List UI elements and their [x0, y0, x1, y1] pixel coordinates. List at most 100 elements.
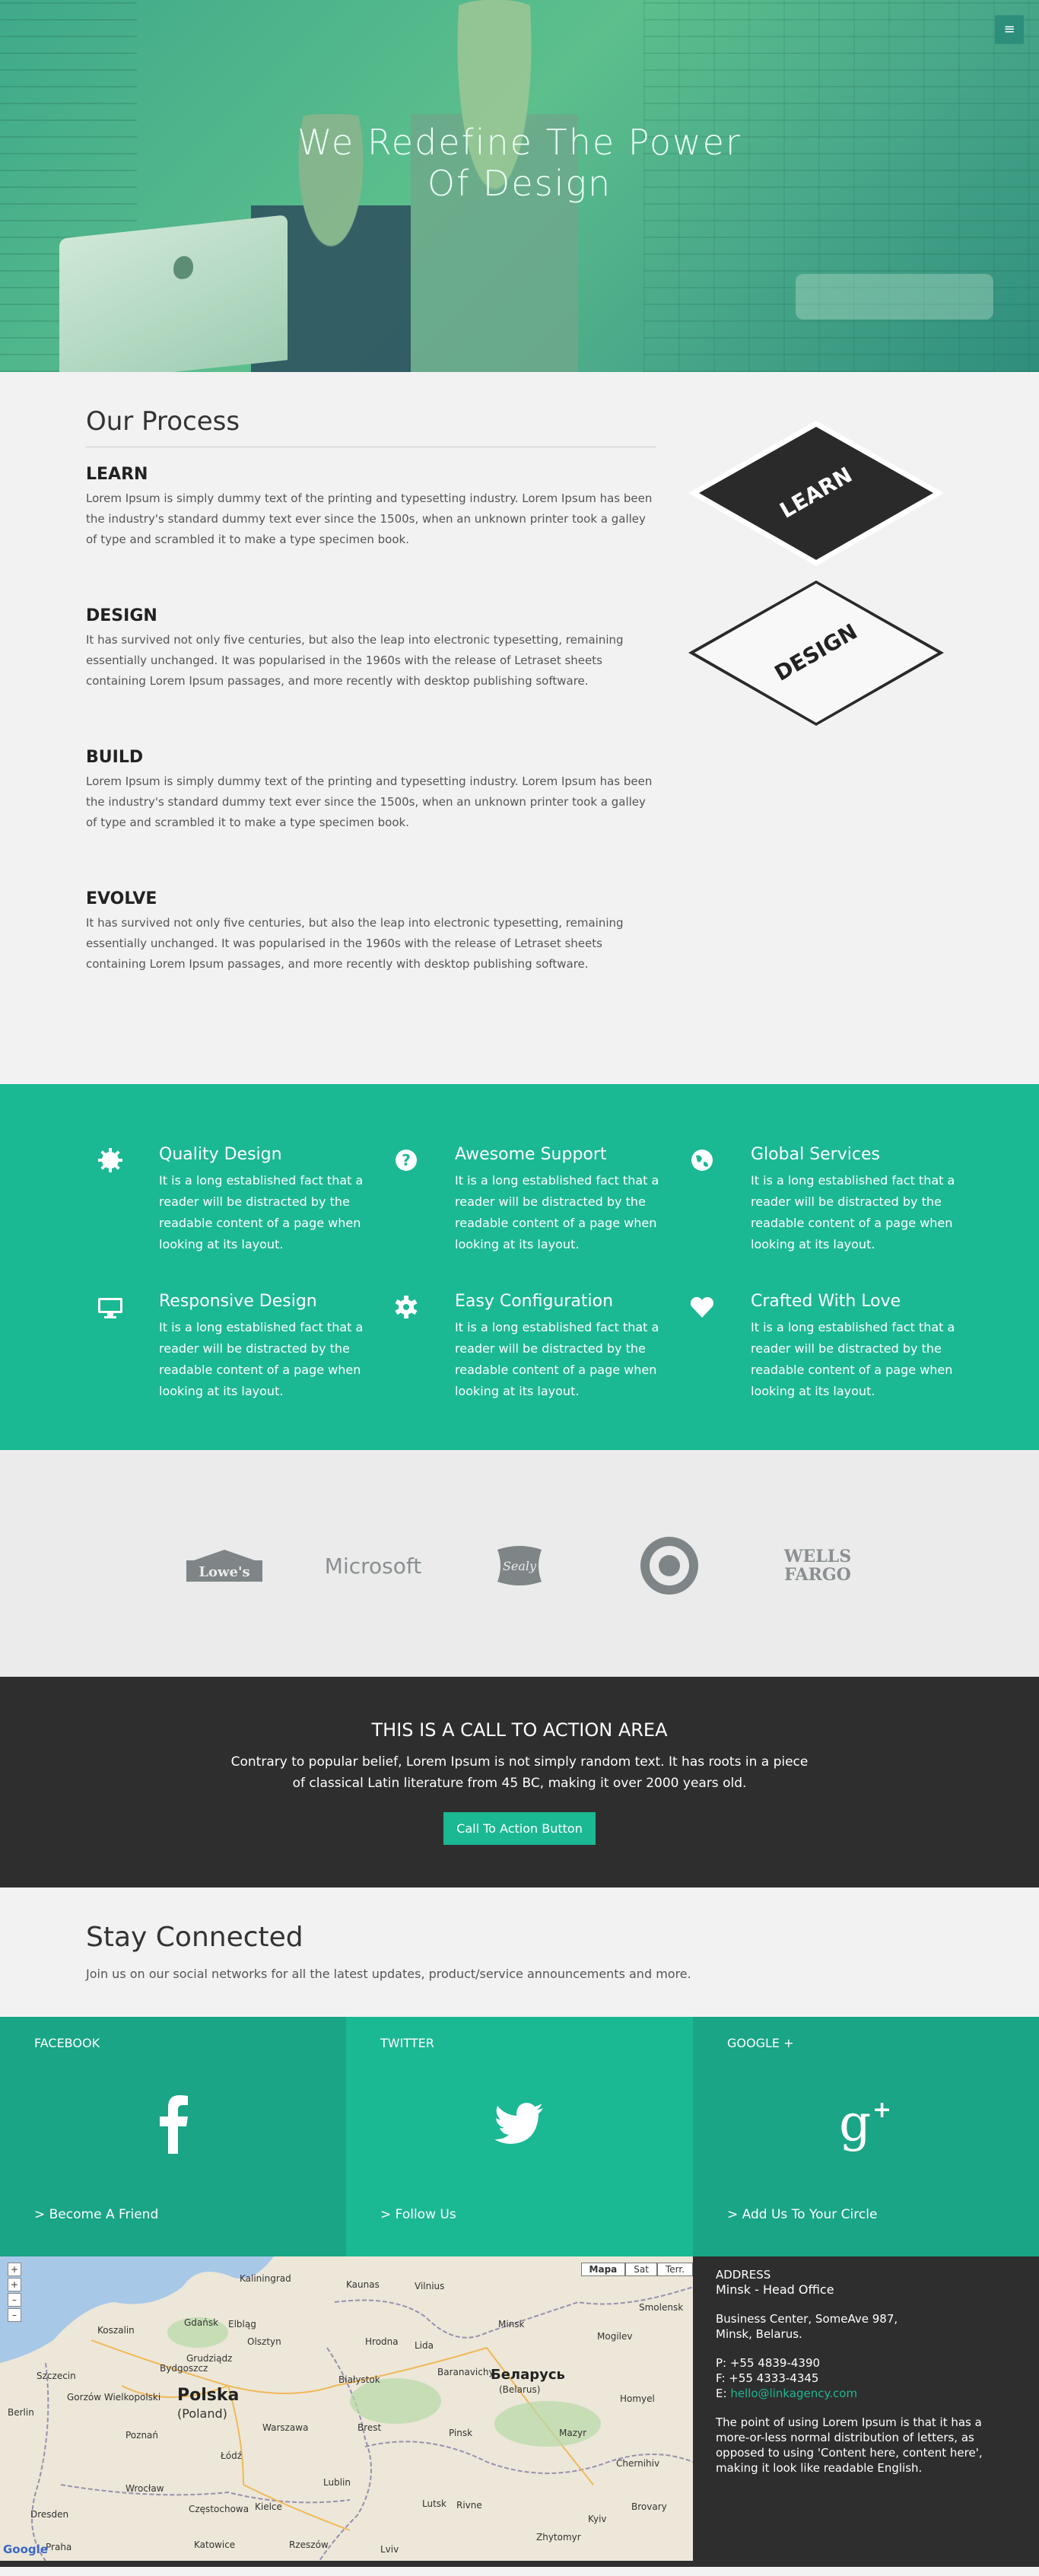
step-title: DESIGN: [86, 606, 157, 625]
map-label: Lublin: [323, 2477, 351, 2488]
social-facebook-panel[interactable]: FACEBOOK > Become A Friend: [0, 2017, 346, 2256]
process-title: Our Process: [86, 406, 240, 437]
step-text: It has survived not only five centuries,…: [86, 916, 624, 971]
become-a-friend-link[interactable]: > Become A Friend: [34, 2207, 158, 2222]
footer-strip: [0, 2561, 1039, 2567]
feature-awesome-support: ? Awesome Support It is a long establish…: [392, 1145, 659, 1255]
social-twitter-panel[interactable]: TWITTER > Follow Us: [346, 2017, 693, 2256]
zoom-in-button[interactable]: +: [8, 2278, 21, 2291]
google-plus-icon: g +: [693, 2089, 1039, 2158]
address-heading: ADDRESS: [716, 2268, 771, 2282]
map-label: Szczecin: [37, 2371, 76, 2381]
zoom-level-marker[interactable]: –: [8, 2293, 21, 2307]
feature-title: Global Services: [751, 1145, 880, 1164]
social-google-plus-panel[interactable]: GOOGLE + g + > Add Us To Your Circle: [693, 2017, 1039, 2256]
map-type-map[interactable]: Mapa: [580, 2263, 626, 2276]
map-label: Berlin: [8, 2407, 34, 2418]
map-pan-button[interactable]: +: [8, 2263, 21, 2276]
facebook-icon: [0, 2089, 346, 2158]
logo-lowes-text: Lowe's: [199, 1564, 249, 1580]
step-title: LEARN: [86, 465, 148, 484]
map-label: Koszalin: [97, 2325, 135, 2336]
add-us-to-your-circle-link[interactable]: > Add Us To Your Circle: [727, 2207, 877, 2222]
logo-wells-fargo: WELLS FARGO: [783, 1547, 852, 1585]
desktop-icon: [97, 1293, 124, 1321]
feature-global-services: Global Services It is a long established…: [688, 1145, 955, 1255]
stay-connected-text: Join us on our social networks for all t…: [86, 1967, 691, 1981]
stay-connected-title: Stay Connected: [86, 1922, 303, 1953]
address-line1: Business Center, SomeAve 987,: [716, 2312, 898, 2326]
feature-text: It is a long established fact that a rea…: [159, 1173, 364, 1251]
svg-text:+: +: [872, 2097, 891, 2123]
client-logos-section: Lowe's Microsoft Sealy WELLS FARGO: [0, 1450, 1039, 1677]
follow-us-link[interactable]: > Follow Us: [380, 2207, 456, 2222]
feature-text: It is a long established fact that a rea…: [159, 1320, 364, 1398]
map-label: Rivne: [456, 2500, 482, 2511]
map-label: Białystok: [338, 2374, 380, 2385]
cta-button[interactable]: Call To Action Button: [443, 1812, 596, 1845]
map-label: Bydgoszcz: [160, 2363, 208, 2374]
hero-title-line1: We Redefine The Power: [297, 122, 742, 163]
map-label: Mogilev: [597, 2331, 633, 2342]
process-step-learn: LEARN Lorem Ipsum is simply dummy text o…: [86, 465, 656, 550]
process-step-design: DESIGN It has survived not only five cen…: [86, 606, 656, 692]
question-circle-icon: ?: [392, 1146, 420, 1174]
logo-sealy-text: Sealy: [503, 1559, 537, 1573]
step-text: Lorem Ipsum is simply dummy text of the …: [86, 774, 653, 829]
logo-target: [639, 1535, 700, 1596]
step-text: Lorem Ipsum is simply dummy text of the …: [86, 491, 653, 546]
zoom-out-button[interactable]: –: [8, 2308, 21, 2322]
map-type-satellite[interactable]: Sat: [625, 2263, 657, 2276]
map-label: Smolensk: [639, 2302, 684, 2313]
map-label: Lutsk: [422, 2498, 446, 2509]
address-email-row: E: hello@linkagency.com: [716, 2386, 1016, 2401]
map-type-terrain[interactable]: Terr.: [656, 2263, 693, 2276]
globe-icon: [688, 1146, 716, 1174]
map-label: Poznań: [126, 2430, 159, 2441]
map-label: Elbląg: [228, 2319, 256, 2330]
map-label: Katowice: [194, 2539, 236, 2550]
hero-title: We Redefine The Power Of Design: [0, 122, 1039, 204]
map-country-belarus: Беларусь: [491, 2367, 565, 2383]
social-section: FACEBOOK > Become A Friend TWITTER > Fol…: [0, 2017, 1039, 2256]
map-zoom-controls: + + – –: [8, 2263, 21, 2323]
design-badge: DESIGN: [687, 579, 945, 727]
map-widget[interactable]: Kaliningrad Kaunas Vilnius Gdańsk Elbląg…: [0, 2256, 693, 2561]
call-to-action-section: THIS IS A CALL TO ACTION AREA Contrary t…: [0, 1677, 1039, 1887]
feature-text: It is a long established fact that a rea…: [455, 1320, 659, 1398]
feature-crafted-with-love: Crafted With Love It is a long establish…: [688, 1292, 955, 1402]
feature-title: Quality Design: [159, 1145, 282, 1164]
address-email-prefix: E:: [716, 2387, 731, 2400]
feature-title: Easy Configuration: [455, 1292, 614, 1311]
feature-easy-configuration: Easy Configuration It is a long establis…: [392, 1292, 659, 1402]
heart-icon: [688, 1293, 716, 1321]
address-fax: F: +55 4333-4345: [716, 2371, 819, 2385]
map-label: Kaliningrad: [240, 2273, 291, 2284]
map-label: Homyel: [620, 2393, 655, 2404]
google-logo: Google: [3, 2543, 48, 2556]
map-label: Kyiv: [588, 2514, 607, 2524]
hero-title-line2: Of Design: [427, 163, 612, 204]
address-line2: Minsk, Belarus.: [716, 2327, 802, 2341]
feature-title: Responsive Design: [159, 1292, 317, 1311]
map-label: Lviv: [380, 2544, 399, 2555]
address-email-link[interactable]: hello@linkagency.com: [730, 2387, 857, 2400]
map-label: Zhytomyr: [536, 2532, 581, 2543]
map-label: Gdańsk: [184, 2317, 219, 2328]
address-office: Minsk - Head Office: [716, 2282, 834, 2297]
learn-badge: LEARN: [687, 419, 945, 568]
map-label: Vilnius: [415, 2281, 445, 2291]
map-label: Dresden: [30, 2509, 69, 2520]
map-country-belarus-sub: (Belarus): [499, 2384, 541, 2395]
map-label: Praha: [46, 2542, 72, 2552]
feature-title: Crafted With Love: [751, 1292, 901, 1311]
social-facebook-title: FACEBOOK: [34, 2036, 100, 2050]
menu-button[interactable]: ≡: [995, 15, 1024, 44]
process-step-evolve: EVOLVE It has survived not only five cen…: [86, 889, 656, 975]
map-label: Baranavichy: [437, 2367, 494, 2377]
feature-responsive-design: Responsive Design It is a long establish…: [97, 1292, 363, 1402]
feature-quality-design: Quality Design It is a long established …: [97, 1145, 363, 1255]
twitter-icon: [346, 2089, 693, 2158]
hero-section: We Redefine The Power Of Design ≡: [0, 0, 1039, 372]
map-label: Minsk: [498, 2319, 525, 2330]
